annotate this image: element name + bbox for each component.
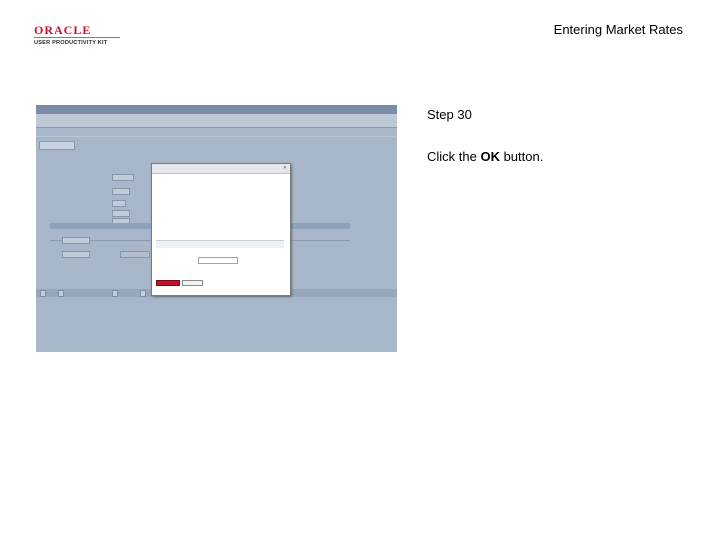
instruction-target: OK — [480, 149, 500, 164]
rate-value-field[interactable] — [120, 251, 150, 258]
effective-date-field-2[interactable] — [62, 251, 90, 258]
instruction-text: Click the OK button. — [427, 149, 543, 164]
app-nav-bar — [36, 105, 397, 114]
term-field[interactable] — [112, 200, 126, 207]
oracle-upk-logo: ORACLE USER PRODUCTIVITY KIT — [34, 24, 126, 47]
effective-date-field[interactable] — [62, 237, 90, 244]
application-screenshot: ✕ — [36, 105, 397, 352]
app-divider — [36, 127, 397, 128]
logo-brand-text: ORACLE — [34, 23, 92, 37]
document-title: Entering Market Rates — [553, 22, 683, 37]
market-rates-tab[interactable] — [39, 141, 75, 150]
app-toolbar-line — [36, 136, 397, 137]
modal-title-bar: ✕ — [152, 164, 290, 174]
return-to-search-button[interactable] — [58, 290, 64, 297]
instruction-suffix: button. — [499, 149, 544, 164]
cancel-button[interactable] — [182, 280, 203, 286]
add-button[interactable] — [140, 290, 146, 297]
logo-divider — [34, 37, 120, 38]
save-button[interactable] — [40, 290, 46, 297]
instruction-prefix: Click the — [427, 149, 481, 164]
exchange-rate-section-header — [156, 240, 284, 248]
notify-button[interactable] — [112, 290, 118, 297]
close-icon[interactable]: ✕ — [283, 165, 287, 171]
exchange-rate-detail-modal: ✕ — [151, 163, 291, 296]
from-currency-field[interactable] — [112, 210, 130, 217]
index-field[interactable] — [112, 174, 134, 181]
step-label: Step 30 — [427, 107, 472, 122]
rate-field[interactable] — [112, 188, 130, 195]
logo-subtitle: USER PRODUCTIVITY KIT — [34, 40, 108, 46]
app-brand-bar — [36, 114, 397, 127]
rate-input[interactable] — [198, 257, 238, 264]
ok-button[interactable] — [156, 280, 180, 286]
